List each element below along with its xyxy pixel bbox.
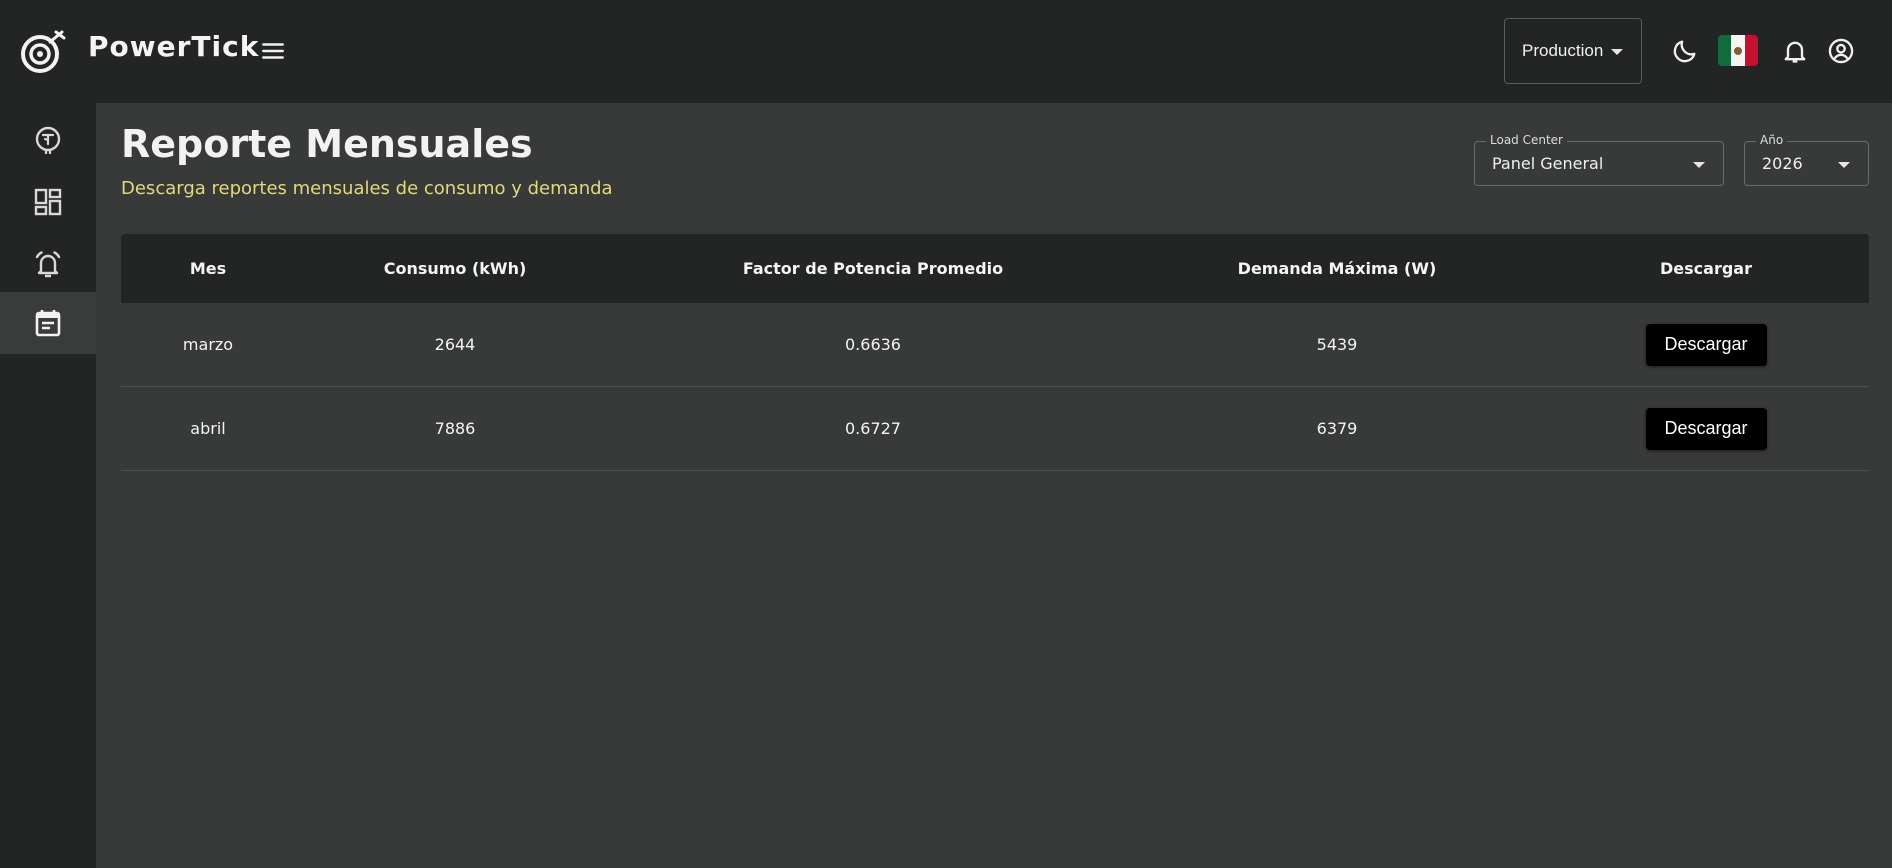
year-value: 2026 — [1762, 154, 1803, 173]
download-button[interactable]: Descargar — [1645, 407, 1767, 450]
cell-mes: marzo — [182, 335, 234, 354]
table-row: abril 7886 0.6727 6379 Descargar — [121, 387, 1869, 471]
cell-consumo: 7886 — [434, 419, 476, 438]
chevron-down-icon — [1838, 162, 1850, 168]
cell-demanda: 6379 — [1316, 419, 1358, 438]
environment-select[interactable]: Production — [1504, 18, 1642, 84]
column-header-consumo: Consumo (kWh) — [383, 259, 527, 278]
sidebar-item-powertick[interactable] — [0, 109, 96, 171]
hamburger-menu-icon[interactable] — [260, 38, 286, 64]
brand-name: PowerTick — [88, 30, 260, 63]
sidebar-item-alarms[interactable] — [0, 233, 96, 295]
dashboard-icon — [34, 188, 62, 216]
load-center-select[interactable]: Load Center Panel General — [1474, 133, 1724, 186]
page-subtitle: Descarga reportes mensuales de consumo y… — [121, 178, 613, 199]
chevron-down-icon — [1611, 49, 1623, 55]
monthly-reports-table: Mes Consumo (kWh) Factor de Potencia Pro… — [121, 234, 1869, 471]
column-header-demanda: Demanda Máxima (W) — [1237, 259, 1437, 278]
sidebar-nav — [0, 103, 96, 868]
dark-mode-moon-icon[interactable] — [1671, 37, 1699, 65]
year-label: Año — [1756, 133, 1788, 147]
cell-factor: 0.6636 — [845, 335, 901, 354]
load-center-value: Panel General — [1492, 154, 1604, 173]
column-header-factor: Factor de Potencia Promedio — [742, 259, 1004, 278]
table-row: marzo 2644 0.6636 5439 Descargar — [121, 303, 1869, 387]
environment-value: Production — [1522, 41, 1604, 60]
download-button[interactable]: Descargar — [1645, 323, 1767, 366]
alarm-bell-icon — [35, 251, 61, 278]
top-app-bar: PowerTick Production — [0, 0, 1892, 103]
cell-descargar: Descargar — [1543, 407, 1869, 450]
column-header-descargar: Descargar — [1660, 259, 1752, 278]
powertick-logo-icon — [21, 30, 66, 73]
account-circle-icon[interactable] — [1827, 37, 1855, 65]
language-flag-mexico[interactable] — [1718, 35, 1758, 66]
sidebar-item-dashboard[interactable] — [0, 171, 96, 233]
cell-consumo: 2644 — [434, 335, 476, 354]
load-center-label: Load Center — [1486, 133, 1567, 147]
cell-descargar: Descargar — [1543, 323, 1869, 366]
notification-bell-icon[interactable] — [1781, 37, 1809, 65]
power-tick-coin-icon — [35, 126, 61, 154]
table-header-row: Mes Consumo (kWh) Factor de Potencia Pro… — [121, 234, 1869, 303]
column-header-mes: Mes — [189, 259, 227, 278]
year-select[interactable]: Año 2026 — [1744, 133, 1869, 186]
page-title: Reporte Mensuales — [121, 122, 533, 166]
cell-mes: abril — [190, 419, 226, 438]
cell-factor: 0.6727 — [845, 419, 901, 438]
cell-demanda: 5439 — [1316, 335, 1358, 354]
chevron-down-icon — [1693, 162, 1705, 168]
sidebar-item-reports[interactable] — [0, 292, 96, 354]
calendar-report-icon — [35, 310, 61, 337]
